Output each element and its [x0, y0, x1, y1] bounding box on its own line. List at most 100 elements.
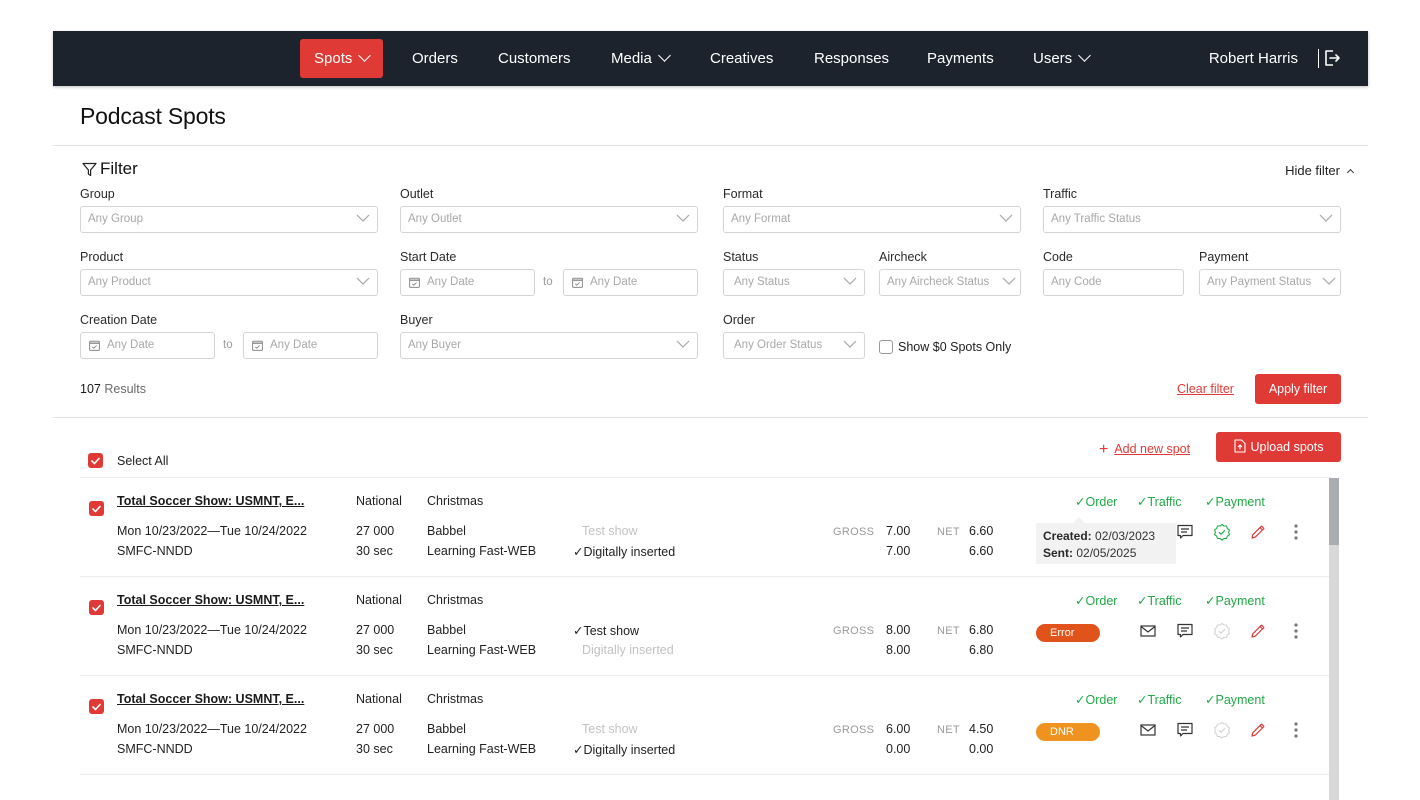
select-all-checkbox[interactable]: Select All: [88, 453, 168, 468]
spot-row: Total Soccer Show: USMNT, E... National …: [80, 577, 1331, 676]
verified-badge-icon[interactable]: [1213, 622, 1231, 640]
upload-spots-button[interactable]: Upload spots: [1216, 432, 1341, 462]
mail-icon[interactable]: [1139, 622, 1157, 640]
spot-campaign: Christmas: [427, 593, 484, 607]
spot-row: Total Soccer Show: USMNT, E... National …: [80, 478, 1331, 577]
group-select[interactable]: Any Group: [80, 206, 378, 233]
chevron-down-icon: [358, 49, 372, 62]
nav-item-users[interactable]: Users: [1019, 39, 1103, 78]
spot-advertiser: Babbel: [427, 722, 466, 736]
test-show-label: Test show: [582, 524, 638, 538]
gross-value-2: 0.00: [886, 742, 911, 756]
edit-pencil-icon[interactable]: [1249, 523, 1267, 541]
creation-date-to-placeholder: Any Date: [270, 339, 318, 351]
order-flag-label: Order: [1085, 693, 1118, 707]
chevron-down-icon: [1002, 276, 1016, 286]
buyer-select[interactable]: Any Buyer: [400, 332, 698, 359]
outlet-select[interactable]: Any Outlet: [400, 206, 698, 233]
gross-value: 7.00: [886, 524, 911, 538]
add-new-spot-link[interactable]: + Add new spot: [1099, 440, 1190, 458]
code-label: Code: [1043, 250, 1073, 264]
scrollbar-thumb[interactable]: [1329, 478, 1339, 545]
nav-item-payments[interactable]: Payments: [913, 39, 1008, 78]
nav-item-orders[interactable]: Orders: [398, 39, 472, 78]
nav-item-creatives[interactable]: Creatives: [696, 39, 787, 78]
divider: [53, 145, 1368, 146]
comment-icon[interactable]: [1176, 523, 1194, 541]
chevron-down-icon: [843, 277, 857, 285]
code-input[interactable]: Any Code: [1043, 269, 1184, 296]
status-select[interactable]: Any Status: [723, 269, 865, 296]
chevron-down-icon: [999, 214, 1013, 222]
row-checkbox[interactable]: [89, 501, 104, 516]
payment-label: Payment: [1199, 250, 1249, 264]
check-icon: [92, 703, 101, 710]
creation-date-to-input[interactable]: Any Date: [243, 332, 378, 359]
payment-select[interactable]: Any Payment Status: [1199, 269, 1341, 296]
edit-pencil-icon[interactable]: [1249, 622, 1267, 640]
spot-impressions: 27 000: [356, 623, 395, 637]
show-zero-spots-label: Show $0 Spots Only: [898, 340, 1012, 354]
row-checkbox[interactable]: [89, 600, 104, 615]
net-label: NET: [937, 526, 960, 538]
start-date-to-placeholder: Any Date: [590, 276, 638, 288]
scrollbar[interactable]: [1329, 478, 1339, 800]
user-name[interactable]: Robert Harris: [1209, 31, 1298, 86]
start-date-to-input[interactable]: Any Date: [563, 269, 698, 296]
row-checkbox[interactable]: [89, 699, 104, 714]
more-vertical-icon[interactable]: [1287, 622, 1305, 640]
product-placeholder: Any Product: [88, 276, 151, 288]
net-value: 6.80: [969, 623, 994, 637]
show-zero-spots-checkbox[interactable]: Show $0 Spots Only: [879, 340, 1011, 354]
net-value: 6.60: [969, 524, 994, 538]
clear-filter-link[interactable]: Clear filter: [1177, 382, 1234, 396]
payment-flag-label: Payment: [1215, 693, 1265, 707]
verified-badge-icon[interactable]: [1213, 523, 1231, 541]
nav-item-responses[interactable]: Responses: [800, 39, 903, 78]
format-select[interactable]: Any Format: [723, 206, 1021, 233]
status-badge: DNR: [1036, 723, 1100, 741]
check-icon: ✓: [573, 743, 584, 757]
apply-filter-button[interactable]: Apply filter: [1255, 374, 1341, 404]
payment-flag: ✓Payment: [1205, 495, 1265, 509]
outlet-placeholder: Any Outlet: [408, 213, 462, 225]
logout-icon[interactable]: [1322, 48, 1342, 68]
start-date-label: Start Date: [400, 250, 457, 264]
traffic-flag: ✓Traffic: [1137, 594, 1182, 608]
gross-value-2: 8.00: [886, 643, 911, 657]
traffic-select[interactable]: Any Traffic Status: [1043, 206, 1341, 233]
more-vertical-icon[interactable]: [1287, 523, 1305, 541]
start-date-from-input[interactable]: Any Date: [400, 269, 535, 296]
spot-campaign: Christmas: [427, 692, 484, 706]
nav-item-customers[interactable]: Customers: [484, 39, 585, 78]
chevron-down-icon: [676, 214, 690, 222]
status-label: Status: [723, 250, 759, 264]
digital-insert-flag: Digitally inserted: [573, 643, 674, 657]
spot-dates: Mon 10/23/2022—Tue 10/24/2022: [117, 623, 307, 637]
gross-label: GROSS: [833, 625, 875, 637]
order-select[interactable]: Any Order Status: [723, 332, 865, 359]
spot-title-link[interactable]: Total Soccer Show: USMNT, E...: [117, 692, 304, 706]
creation-date-from-input[interactable]: Any Date: [80, 332, 215, 359]
mail-icon[interactable]: [1139, 721, 1157, 739]
spot-title-link[interactable]: Total Soccer Show: USMNT, E...: [117, 494, 304, 508]
more-vertical-icon[interactable]: [1287, 721, 1305, 739]
product-select[interactable]: Any Product: [80, 269, 378, 296]
comment-icon[interactable]: [1176, 622, 1194, 640]
group-placeholder: Any Group: [88, 213, 143, 225]
checkbox-box[interactable]: [879, 340, 893, 354]
edit-pencil-icon[interactable]: [1249, 721, 1267, 739]
add-new-spot-label: Add new spot: [1114, 442, 1191, 456]
nav-item-media[interactable]: Media: [597, 39, 683, 78]
results-count: 107 Results: [80, 382, 146, 396]
aircheck-select[interactable]: Any Aircheck Status: [879, 269, 1021, 296]
checkbox-checked[interactable]: [88, 453, 103, 468]
hide-filter-button[interactable]: Hide filter: [1285, 163, 1355, 178]
comment-icon[interactable]: [1176, 721, 1194, 739]
verified-badge-icon[interactable]: [1213, 721, 1231, 739]
nav-item-spots[interactable]: Spots: [300, 39, 384, 78]
net-value: 4.50: [969, 722, 994, 736]
spot-impressions: 27 000: [356, 722, 395, 736]
spot-title-link[interactable]: Total Soccer Show: USMNT, E...: [117, 593, 304, 607]
nav-item-label: Responses: [814, 50, 890, 67]
